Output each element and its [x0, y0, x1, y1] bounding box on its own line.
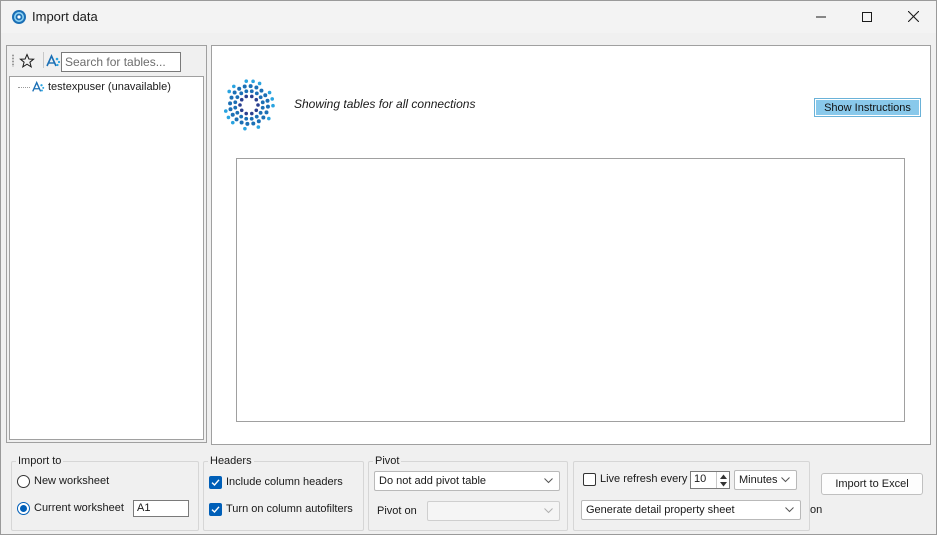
headers-group: Headers Include column headers Turn on c… [203, 455, 364, 531]
stepper-up-icon[interactable] [720, 474, 727, 479]
status-text: Showing tables for all connections [294, 97, 476, 111]
live-refresh-label[interactable]: Live refresh every [600, 473, 687, 485]
checkmark-icon [211, 479, 220, 487]
search-tables-input[interactable] [61, 52, 181, 72]
tree-item-testexpuser[interactable]: testexpuser (unavailable) [18, 79, 171, 95]
close-icon [907, 11, 919, 22]
refresh-interval-stepper[interactable]: 10 [690, 471, 730, 489]
autofilters-label[interactable]: Turn on column autofilters [226, 503, 353, 515]
headers-title: Headers [208, 455, 254, 467]
toolbar-grip[interactable] [12, 54, 14, 67]
stepper-arrows [716, 472, 729, 488]
import-to-group: Import to New worksheet Current workshee… [11, 455, 199, 531]
maximize-button[interactable] [844, 1, 890, 32]
current-worksheet-radio[interactable] [17, 502, 30, 515]
refresh-unit-select[interactable]: Minutes [734, 470, 797, 490]
chevron-down-icon [544, 508, 553, 514]
app-logo-icon [12, 10, 26, 24]
new-worksheet-radio[interactable] [17, 475, 30, 488]
new-worksheet-label[interactable]: New worksheet [34, 475, 109, 487]
detail-suffix-label: on [810, 504, 823, 516]
star-icon[interactable] [19, 53, 35, 69]
live-refresh-checkbox[interactable] [583, 473, 596, 486]
tables-panel: Showing tables for all connections Show … [211, 45, 931, 445]
brand-logo [223, 79, 275, 131]
close-button[interactable] [890, 1, 936, 32]
chevron-down-icon [781, 477, 790, 483]
detail-sheet-select[interactable]: Generate detail property sheet [581, 500, 801, 520]
chevron-down-icon [785, 507, 794, 513]
refresh-interval-value: 10 [694, 473, 707, 485]
detail-sheet-value: Generate detail property sheet [586, 504, 735, 516]
refresh-group: Live refresh every 10 Minutes Generate d… [573, 461, 810, 531]
window-title: Import data [32, 9, 98, 24]
current-worksheet-label[interactable]: Current worksheet [34, 502, 124, 514]
target-cell-input[interactable]: A1 [133, 500, 189, 517]
pivot-on-select[interactable] [427, 501, 560, 521]
connection-icon [32, 80, 45, 92]
connections-tree[interactable]: testexpuser (unavailable) [9, 76, 204, 440]
refresh-unit-value: Minutes [739, 474, 778, 486]
import-data-window: Import data Search for tables... testexp… [0, 0, 937, 535]
pivot-on-label: Pivot on [377, 505, 417, 517]
connections-panel: testexpuser (unavailable) [6, 45, 207, 443]
connections-toolbar [7, 46, 206, 75]
include-headers-checkbox[interactable] [209, 476, 222, 489]
pivot-select-value: Do not add pivot table [379, 475, 487, 487]
import-to-excel-button[interactable]: Import to Excel [821, 473, 923, 495]
connection-icon[interactable] [45, 53, 61, 69]
autofilters-checkbox[interactable] [209, 503, 222, 516]
minimize-icon [816, 16, 826, 17]
tree-item-label: testexpuser (unavailable) [48, 81, 171, 93]
pivot-title: Pivot [373, 455, 402, 467]
tables-list[interactable] [236, 158, 905, 422]
include-headers-label[interactable]: Include column headers [226, 476, 343, 488]
show-instructions-button[interactable]: Show Instructions [814, 98, 921, 117]
pivot-select[interactable]: Do not add pivot table [374, 471, 560, 491]
minimize-button[interactable] [798, 1, 844, 32]
maximize-icon [862, 11, 872, 22]
checkmark-icon [211, 506, 220, 514]
import-to-title: Import to [16, 455, 64, 467]
stepper-down-icon[interactable] [720, 482, 727, 487]
pivot-group: Pivot Do not add pivot table Pivot on [368, 455, 568, 531]
toolbar-separator [43, 52, 44, 68]
chevron-down-icon [544, 478, 553, 484]
title-bar: Import data [1, 1, 936, 33]
tree-connector [18, 86, 30, 88]
